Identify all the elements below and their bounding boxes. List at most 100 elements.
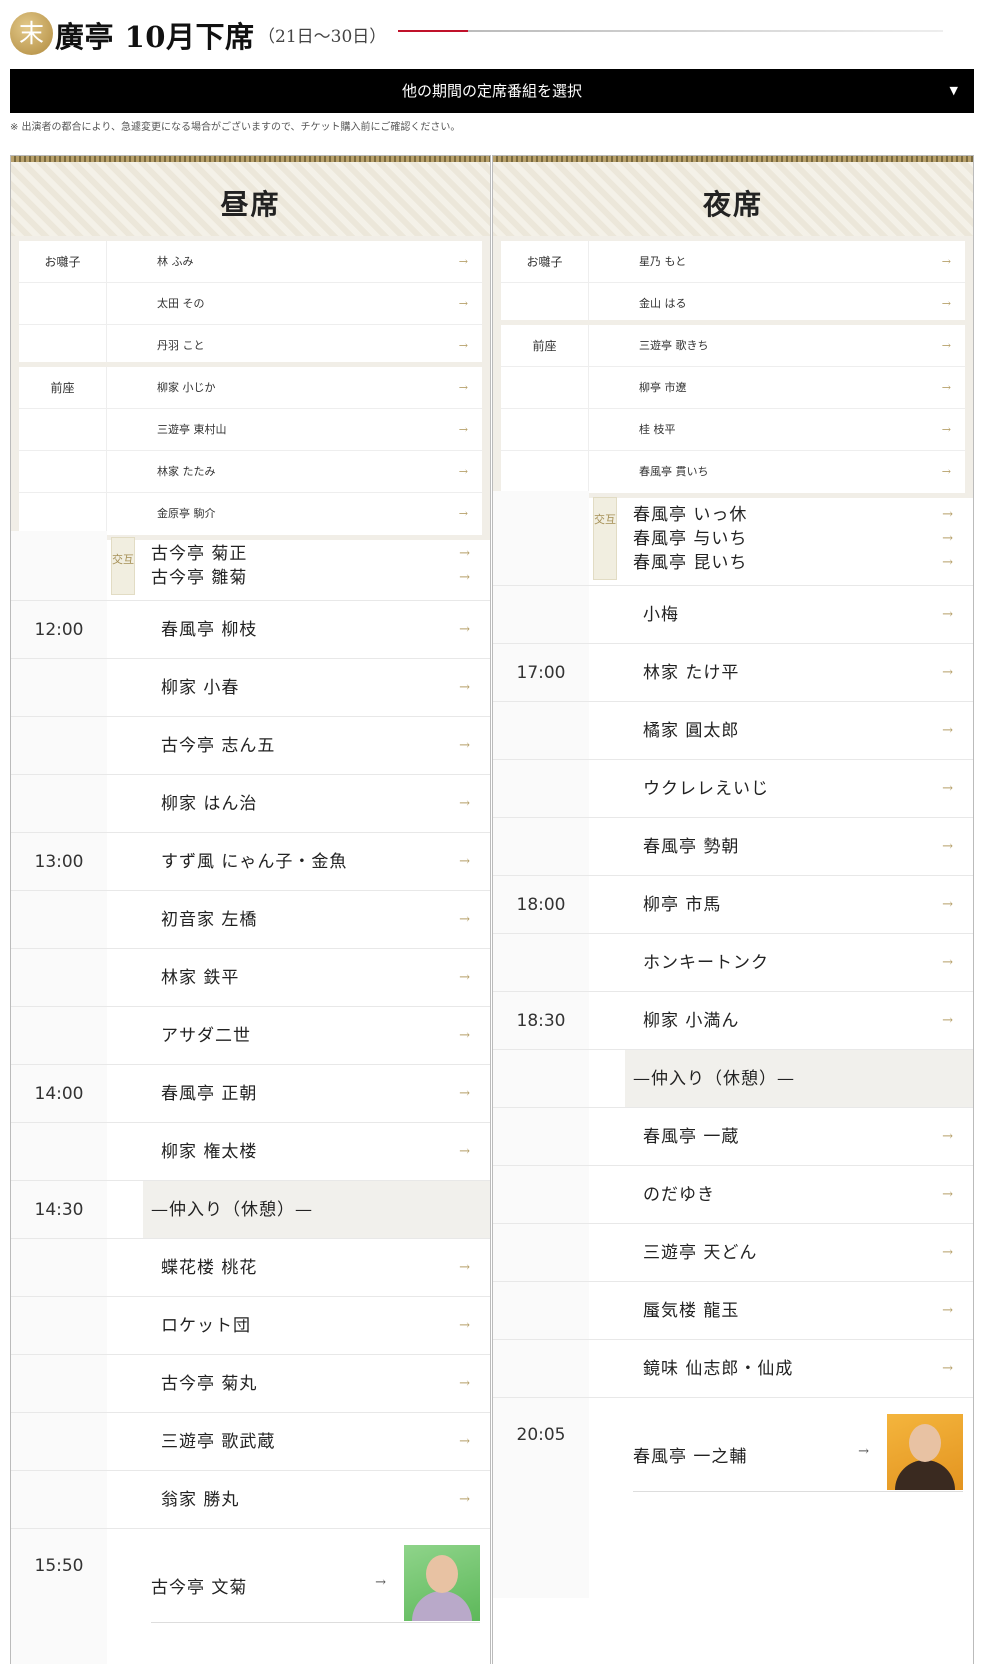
night-program-row[interactable]: 春風亭 一蔵 → — [493, 1108, 973, 1166]
night-program-row[interactable]: 橘家 圓太郎 → — [493, 702, 973, 760]
night-program-row[interactable]: 18:00 柳亭 市馬 → — [493, 876, 973, 934]
night-performer-name[interactable]: 春風亭 勢朝 — [643, 818, 739, 876]
arrow-icon[interactable]: → — [375, 1575, 386, 1590]
night-program-row[interactable]: 鏡味 仙志郎・仙成 → — [493, 1340, 973, 1398]
day-performer-name[interactable]: 金原亭 駒介 — [157, 493, 216, 535]
arrow-icon[interactable]: → — [942, 760, 953, 818]
night-closer-name[interactable]: 春風亭 一之輔 — [633, 1442, 747, 1467]
arrow-icon[interactable]: → — [942, 1166, 953, 1224]
night-program-row[interactable]: 小梅 → — [493, 586, 973, 644]
night-program-row[interactable]: ホンキートンク → — [493, 934, 973, 992]
night-performer-name[interactable]: 三遊亭 天どん — [643, 1224, 757, 1282]
arrow-icon[interactable]: → — [942, 992, 953, 1050]
night-performer-row[interactable]: 柳亭 市遼 → — [501, 367, 965, 409]
night-performer-row[interactable]: 金山 はる → — [501, 283, 965, 325]
arrow-icon[interactable]: → — [459, 601, 470, 659]
day-program-row[interactable]: 柳家 権太楼 → — [11, 1123, 490, 1181]
arrow-icon[interactable]: → — [942, 644, 953, 702]
day-performer-name[interactable]: 古今亭 雛菊 — [151, 566, 247, 590]
night-performer-row[interactable]: 前座 三遊亭 歌きち → — [501, 325, 965, 367]
arrow-icon[interactable]: → — [459, 1065, 470, 1123]
day-performer-name[interactable]: 丹羽 こと — [157, 325, 205, 367]
day-performer-name[interactable]: 柳家 はん治 — [161, 775, 257, 833]
day-performer-name[interactable]: 柳家 権太楼 — [161, 1123, 257, 1181]
day-performer-name[interactable]: アサダ二世 — [161, 1007, 251, 1065]
night-performer-name[interactable]: 春風亭 いっ休 — [633, 503, 747, 527]
day-program-row[interactable]: 林家 鉄平 → — [11, 949, 490, 1007]
arrow-icon[interactable]: → — [942, 818, 953, 876]
period-select-button[interactable]: 他の期間の定席番組を選択 ▼ — [10, 69, 974, 113]
night-performer-name[interactable]: 蜃気楼 龍玉 — [643, 1282, 739, 1340]
night-performer-row[interactable]: 桂 枝平 → — [501, 409, 965, 451]
night-performer-row[interactable]: 春風亭 貫いち → — [501, 451, 965, 493]
day-performer-row[interactable]: 太田 その → — [19, 283, 482, 325]
day-performer-name[interactable]: 三遊亭 歌武蔵 — [161, 1413, 275, 1471]
arrow-icon[interactable]: → — [459, 451, 468, 493]
night-performer-name[interactable]: 星乃 もと — [639, 241, 686, 283]
night-performer-name[interactable]: 柳家 小満ん — [643, 992, 739, 1050]
night-performer-name[interactable]: 柳亭 市馬 — [643, 876, 721, 934]
night-program-row[interactable]: 蜃気楼 龍玉 → — [493, 1282, 973, 1340]
arrow-icon[interactable]: → — [459, 1239, 470, 1297]
night-closer-card[interactable]: 春風亭 一之輔 → — [633, 1414, 963, 1492]
day-performer-name[interactable]: 春風亭 正朝 — [161, 1065, 257, 1123]
night-program-row[interactable]: 17:00 林家 たけ平 → — [493, 644, 973, 702]
arrow-icon[interactable]: → — [459, 775, 470, 833]
day-performer-name[interactable]: 古今亭 志ん五 — [161, 717, 275, 775]
day-performer-name[interactable]: 太田 その — [157, 283, 205, 325]
day-performer-name[interactable]: 春風亭 柳枝 — [161, 601, 257, 659]
night-performer-name[interactable]: 橘家 圓太郎 — [643, 702, 739, 760]
day-program-row[interactable]: 蝶花楼 桃花 → — [11, 1239, 490, 1297]
night-performer-name[interactable]: 春風亭 与いち — [633, 527, 747, 551]
arrow-icon[interactable]: → — [459, 542, 470, 566]
day-program-row[interactable]: 柳家 はん治 → — [11, 775, 490, 833]
day-performer-row[interactable]: 丹羽 こと → — [19, 325, 482, 367]
day-performer-row[interactable]: 前座 柳家 小じか → — [19, 367, 482, 409]
day-program-row[interactable]: 14:00 春風亭 正朝 → — [11, 1065, 490, 1123]
night-performer-name[interactable]: 春風亭 一蔵 — [643, 1108, 739, 1166]
arrow-icon[interactable]: → — [459, 1355, 470, 1413]
arrow-icon[interactable]: → — [942, 702, 953, 760]
day-performer-name[interactable]: 柳家 小春 — [161, 659, 239, 717]
night-performer-name[interactable]: のだゆき — [643, 1166, 715, 1224]
night-program-row[interactable]: 三遊亭 天どん → — [493, 1224, 973, 1282]
day-performer-name[interactable]: 林 ふみ — [157, 241, 194, 283]
day-program-row[interactable]: 古今亭 菊丸 → — [11, 1355, 490, 1413]
arrow-icon[interactable]: → — [459, 833, 470, 891]
arrow-icon[interactable]: → — [459, 241, 468, 283]
arrow-icon[interactable]: → — [942, 1340, 953, 1398]
arrow-icon[interactable]: → — [942, 241, 951, 283]
night-performer-name[interactable]: 林家 たけ平 — [643, 644, 739, 702]
day-performer-name[interactable]: 蝶花楼 桃花 — [161, 1239, 257, 1297]
day-program-row[interactable]: ロケット団 → — [11, 1297, 490, 1355]
night-performer-name[interactable]: ホンキートンク — [643, 934, 769, 992]
arrow-icon[interactable]: → — [942, 503, 953, 527]
arrow-icon[interactable]: → — [459, 659, 470, 717]
night-performer-row[interactable]: お囃子 星乃 もと → — [501, 241, 965, 283]
day-performer-name[interactable]: すず風 にゃん子・金魚 — [161, 833, 347, 891]
night-performer-name[interactable]: 三遊亭 歌きち — [639, 325, 709, 367]
night-performer-name[interactable]: 鏡味 仙志郎・仙成 — [643, 1340, 793, 1398]
arrow-icon[interactable]: → — [459, 1413, 470, 1471]
night-performer-name[interactable]: 金山 はる — [639, 283, 687, 325]
arrow-icon[interactable]: → — [459, 409, 468, 451]
night-program-row[interactable]: のだゆき → — [493, 1166, 973, 1224]
day-performer-name[interactable]: 柳家 小じか — [157, 367, 216, 409]
day-performer-name[interactable]: 初音家 左橋 — [161, 891, 257, 949]
arrow-icon[interactable]: → — [459, 283, 468, 325]
day-performer-name[interactable]: 翁家 勝丸 — [161, 1471, 239, 1529]
arrow-icon[interactable]: → — [459, 367, 468, 409]
day-performer-name[interactable]: 林家 鉄平 — [161, 949, 239, 1007]
day-program-row[interactable]: アサダ二世 → — [11, 1007, 490, 1065]
arrow-icon[interactable]: → — [942, 1108, 953, 1166]
day-program-row[interactable]: 三遊亭 歌武蔵 → — [11, 1413, 490, 1471]
day-performer-name[interactable]: ロケット団 — [161, 1297, 251, 1355]
day-performer-row[interactable]: 金原亭 駒介 → — [19, 493, 482, 535]
night-performer-name[interactable]: 春風亭 昆いち — [633, 551, 747, 575]
day-performer-name[interactable]: 古今亭 菊丸 — [161, 1355, 257, 1413]
arrow-icon[interactable]: → — [942, 451, 951, 493]
arrow-icon[interactable]: → — [459, 949, 470, 1007]
arrow-icon[interactable]: → — [942, 409, 951, 451]
arrow-icon[interactable]: → — [942, 367, 951, 409]
day-program-row[interactable]: 柳家 小春 → — [11, 659, 490, 717]
